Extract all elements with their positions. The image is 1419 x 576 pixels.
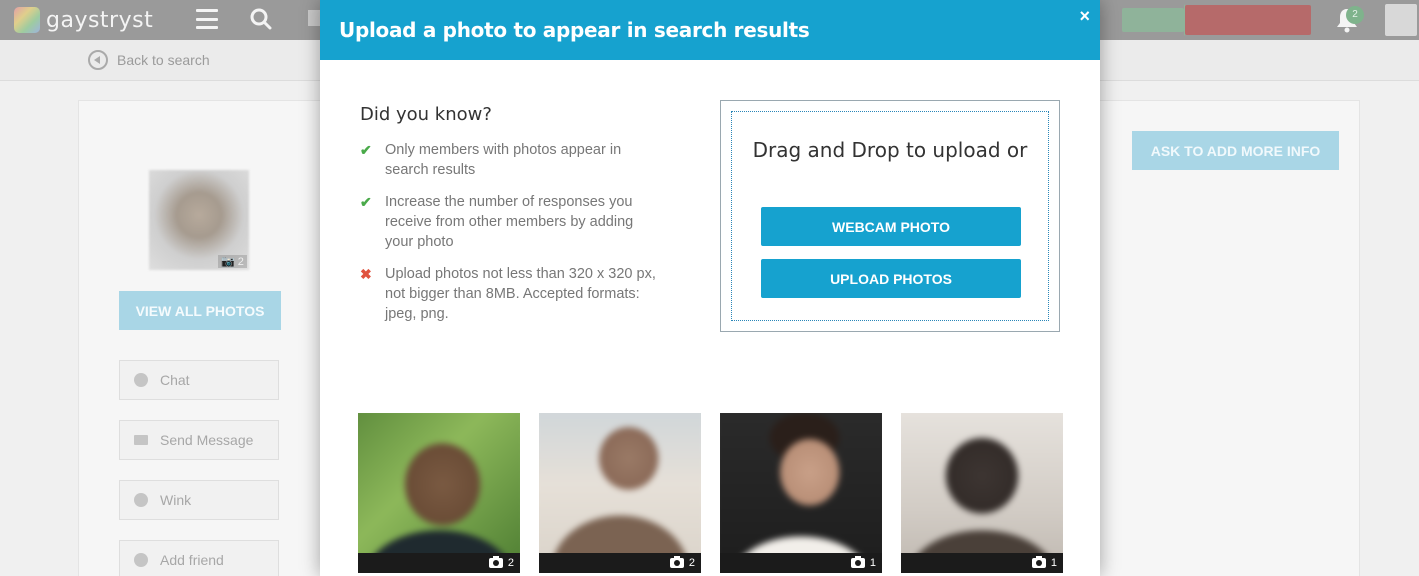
logo-mark-icon (14, 7, 40, 33)
chat-icon (134, 373, 148, 387)
add-friend-label: Add friend (160, 552, 224, 568)
thumbnail-photo (901, 413, 1063, 573)
logo-text: gaystryst (46, 7, 154, 33)
back-to-search-link[interactable]: Back to search (88, 50, 210, 70)
search-icon[interactable] (250, 8, 272, 30)
thumbnail-photo (539, 413, 701, 573)
member-thumbnail[interactable]: 2 (539, 413, 701, 573)
hamburger-menu-icon[interactable] (196, 9, 218, 29)
webcam-photo-button[interactable]: WEBCAM PHOTO (761, 207, 1021, 246)
envelope-icon (134, 435, 148, 445)
tip-item: ✔ Increase the number of responses you r… (360, 192, 660, 252)
thumbnail-photo (720, 413, 882, 573)
site-logo[interactable]: gaystryst (14, 7, 153, 33)
chat-button[interactable]: Chat (119, 360, 279, 400)
thumbnail-info-bar: 2 (539, 553, 701, 573)
user-avatar[interactable] (1385, 4, 1417, 36)
did-you-know-heading: Did you know? (360, 104, 492, 125)
thumbnail-info-bar: 1 (901, 553, 1063, 573)
close-icon[interactable]: × (1079, 6, 1090, 27)
smiley-icon (134, 493, 148, 507)
thumbnail-photo (358, 413, 520, 573)
thumbnail-photo-count: 2 (688, 557, 695, 569)
drop-zone-title: Drag and Drop to upload or (752, 138, 1028, 162)
thumbnail-info-bar: 2 (358, 553, 520, 573)
notification-badge: 2 (1346, 6, 1364, 24)
tip-text: Increase the number of responses you rec… (385, 194, 634, 250)
upgrade-now-button[interactable] (1185, 5, 1311, 35)
modal-header: Upload a photo to appear in search resul… (320, 0, 1100, 60)
drop-zone[interactable]: Drag and Drop to upload or WEBCAM PHOTO … (720, 100, 1060, 332)
profile-photo-count: 📷 2 (218, 255, 247, 268)
thumbnail-photo-count: 1 (1050, 557, 1057, 569)
send-message-label: Send Message (160, 432, 254, 448)
cross-icon: ✖ (360, 266, 372, 282)
thumbnail-info-bar: 1 (720, 553, 882, 573)
checkmark-icon: ✔ (360, 142, 372, 158)
drop-zone-inner[interactable]: Drag and Drop to upload or WEBCAM PHOTO … (731, 111, 1049, 321)
camera-icon (488, 556, 503, 568)
back-arrow-icon (88, 50, 108, 70)
back-to-search-label: Back to search (117, 52, 210, 68)
tip-text: Only members with photos appear in searc… (385, 142, 622, 178)
tip-text: Upload photos not less than 320 x 320 px… (385, 266, 656, 322)
add-friend-button[interactable]: Add friend (119, 540, 279, 576)
wink-button[interactable]: Wink (119, 480, 279, 520)
tips-list: ✔ Only members with photos appear in sea… (360, 140, 660, 336)
checkmark-icon: ✔ (360, 194, 372, 210)
thumbnail-photo-count: 2 (507, 557, 514, 569)
camera-icon (850, 556, 865, 568)
member-thumbnail[interactable]: 1 (720, 413, 882, 573)
modal-title: Upload a photo to appear in search resul… (339, 18, 810, 42)
add-friend-icon (134, 553, 148, 567)
camera-icon (669, 556, 684, 568)
online-status-pill (1122, 4, 1196, 36)
camera-icon (1031, 556, 1046, 568)
view-all-photos-button[interactable]: VIEW ALL PHOTOS (119, 291, 281, 330)
tip-item: ✔ Only members with photos appear in sea… (360, 140, 660, 180)
thumbnail-photo-count: 1 (869, 557, 876, 569)
member-thumbnail[interactable]: 1 (901, 413, 1063, 573)
ask-to-add-more-info-button[interactable]: ASK TO ADD MORE INFO (1132, 131, 1339, 170)
upload-photo-modal: Upload a photo to appear in search resul… (320, 0, 1100, 576)
member-thumbnails: 2 2 1 1 (358, 413, 1063, 573)
member-thumbnail[interactable]: 2 (358, 413, 520, 573)
tip-item: ✖ Upload photos not less than 320 x 320 … (360, 264, 660, 324)
upload-photos-button[interactable]: UPLOAD PHOTOS (761, 259, 1021, 298)
wink-label: Wink (160, 492, 192, 508)
send-message-button[interactable]: Send Message (119, 420, 279, 460)
chat-label: Chat (160, 372, 190, 388)
